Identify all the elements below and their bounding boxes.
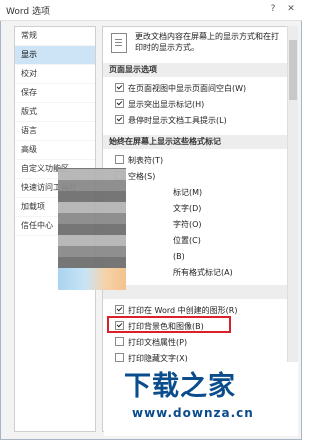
checkbox[interactable] [115, 337, 124, 346]
sidebar-item-language[interactable]: 语言 [15, 122, 95, 141]
checkbox[interactable] [115, 155, 124, 164]
page-display-header: 页面显示选项 [103, 63, 287, 77]
sidebar-item-save[interactable]: 保存 [15, 84, 95, 103]
print-options-header [103, 285, 287, 299]
option-all-formatting-marks[interactable]: 所有格式标记(A) [173, 267, 233, 279]
sidebar-item-general[interactable]: 常规 [15, 27, 95, 46]
checkbox[interactable] [115, 305, 124, 314]
intro-text: 更改文档内容在屏幕上的显示方式和在打印时的显示方式。 [135, 32, 279, 52]
window-title: Word 选项 [6, 7, 50, 17]
sidebar-item-display[interactable]: 显示 [15, 46, 95, 65]
checkbox[interactable] [115, 353, 124, 362]
checkbox[interactable] [115, 83, 124, 92]
checkbox[interactable] [115, 115, 124, 124]
sidebar-item-advanced[interactable]: 高级 [15, 141, 95, 160]
option-show-whitespace[interactable]: 在页面视图中显示页面间空白(W) [115, 83, 246, 95]
scrollbar-thumb[interactable] [289, 40, 297, 100]
sidebar-item-layout[interactable]: 版式 [15, 103, 95, 122]
option-paragraph-marks[interactable]: 标记(M) [173, 187, 202, 199]
checkbox[interactable] [115, 99, 124, 108]
option-show-highlighter[interactable]: 显示突出显示标记(H) [115, 99, 204, 111]
formatting-marks-header: 始终在屏幕上显示这些格式标记 [103, 135, 287, 149]
option-print-properties[interactable]: 打印文档属性(P) [115, 337, 187, 349]
option-object-anchors[interactable]: 位置(C) [173, 235, 201, 247]
watermark: 下载之家 www.downza.cn [104, 362, 298, 436]
option-optional-breaks[interactable]: (B) [173, 251, 185, 263]
highlight-box [107, 316, 231, 333]
pixelated-overlay-bottom [58, 268, 126, 290]
document-display-icon [111, 33, 127, 53]
help-button[interactable]: ? [266, 3, 280, 15]
word-options-window: Word 选项 ? ✕ 常规 显示 校对 保存 版式 语言 高级 自定义功能区 … [0, 0, 302, 440]
close-button[interactable]: ✕ [284, 3, 298, 15]
watermark-logo: 下载之家 [124, 371, 236, 402]
option-optional-hyphens[interactable]: 字符(O) [173, 219, 202, 231]
option-show-tooltips[interactable]: 悬停时显示文档工具提示(L) [115, 115, 227, 127]
option-hidden-text[interactable]: 文字(D) [173, 203, 201, 215]
option-tab-characters[interactable]: 制表符(T) [115, 155, 163, 167]
sidebar-item-proofing[interactable]: 校对 [15, 65, 95, 84]
title-bar: Word 选项 ? ✕ [0, 0, 302, 21]
display-intro: 更改文档内容在屏幕上的显示方式和在打印时的显示方式。 [105, 31, 285, 59]
watermark-url: www.downza.cn [132, 406, 254, 420]
